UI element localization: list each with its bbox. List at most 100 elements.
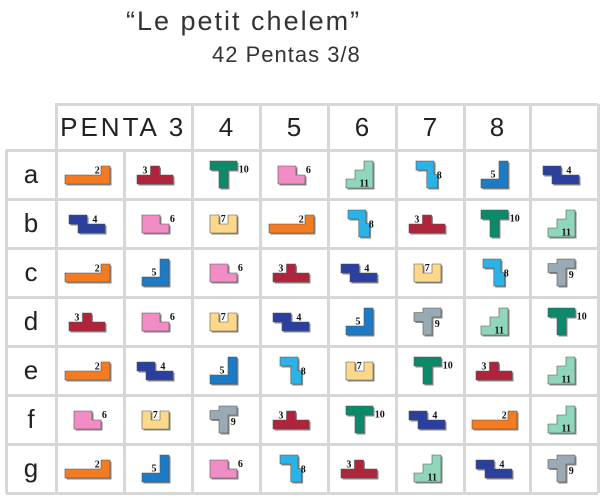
piece-number: 5 <box>490 170 495 181</box>
grid-line-vertical <box>190 104 194 493</box>
piece-shape <box>209 263 237 282</box>
piece-number: 10 <box>374 410 384 421</box>
pentomino-piece-c-1: 2 <box>64 263 111 283</box>
pentomino-piece-g-3: 6 <box>209 459 242 479</box>
pentomino-piece-e-5: 7 <box>345 361 374 381</box>
pentomino-cross-icon: 9 <box>209 405 238 435</box>
piece-number: 5 <box>151 268 156 279</box>
piece-shape <box>542 165 580 184</box>
pentomino-flag-icon: 6 <box>141 312 174 332</box>
pentomino-piece-a-8: 4 <box>542 165 581 185</box>
grid-line-horizontal <box>6 295 598 299</box>
pentomino-piece-e-7: 3 <box>475 361 514 381</box>
pentomino-piece-b-2: 6 <box>141 214 174 234</box>
piece-shape <box>141 214 169 233</box>
piece-number: 7 <box>424 263 429 274</box>
piece-number: 6 <box>169 312 174 323</box>
pentomino-corner-icon: 2 <box>471 410 518 430</box>
pentomino-L-icon: 5 <box>480 160 509 190</box>
pentomino-corner-icon: 2 <box>64 459 111 479</box>
pentomino-stairs-icon: 11 <box>413 454 442 484</box>
pentomino-cup-icon: 7 <box>209 312 238 332</box>
pentomino-piece-b-5: 8 <box>347 209 374 239</box>
row-label-e: e <box>23 355 39 385</box>
pentomino-sign-icon: 3 <box>136 165 175 185</box>
pentomino-piece-f-2: 7 <box>141 410 170 430</box>
piece-shape <box>64 361 110 380</box>
row-label-d: d <box>23 306 39 336</box>
piece-number: 3 <box>278 263 283 274</box>
row-label-b: b <box>23 208 39 238</box>
column-header-penta: PENTA <box>60 111 160 142</box>
piece-number: 7 <box>220 312 225 323</box>
pentomino-L-icon: 5 <box>345 307 374 337</box>
piece-shape <box>64 263 110 282</box>
piece-number: 7 <box>356 361 361 372</box>
pentomino-cross-icon: 9 <box>547 258 576 288</box>
piece-number: 10 <box>576 312 586 323</box>
pentomino-piece-c-2: 5 <box>141 258 170 288</box>
piece-number: 11 <box>494 326 503 337</box>
piece-number: 3 <box>346 459 351 470</box>
piece-number: 11 <box>561 424 570 435</box>
piece-shape <box>209 160 237 189</box>
piece-number: 6 <box>101 410 106 421</box>
pentomino-cup-icon: 7 <box>209 214 238 234</box>
piece-number: 9 <box>434 319 439 330</box>
piece-number: 4 <box>296 312 301 323</box>
piece-number: 2 <box>94 165 99 176</box>
piece-shape <box>73 410 101 429</box>
pentomino-piece-a-1: 2 <box>64 165 111 185</box>
pentomino-piece-d-7: 11 <box>480 307 509 337</box>
piece-number: 9 <box>568 270 573 281</box>
pentomino-flag-icon: 6 <box>141 214 174 234</box>
grid-line-vertical <box>596 104 600 493</box>
pentomino-piece-a-7: 5 <box>480 160 509 190</box>
row-label-g: g <box>23 453 39 483</box>
pentomino-stairs-icon: 11 <box>480 307 509 337</box>
piece-shape <box>68 214 106 233</box>
pentomino-stairs-icon: 11 <box>547 405 576 435</box>
piece-shape <box>277 165 305 184</box>
piece-number: 8 <box>437 171 442 182</box>
pentomino-piece-c-8: 9 <box>547 258 576 288</box>
pentomino-cup-icon: 7 <box>345 361 374 381</box>
piece-shape <box>64 459 110 478</box>
pentomino-piece-e-4: 8 <box>279 356 306 386</box>
grid-line-horizontal <box>6 246 598 250</box>
piece-number: 6 <box>237 263 242 274</box>
piece-number: 6 <box>169 214 174 225</box>
pentomino-piece-a-3: 10 <box>209 160 248 190</box>
grid-line-vertical <box>326 104 330 493</box>
piece-shape <box>136 361 174 380</box>
pentomino-Z-icon: 4 <box>272 312 311 332</box>
pentomino-T-icon: 10 <box>209 160 248 190</box>
row-label-a: a <box>23 159 39 189</box>
pentomino-piece-b-7: 10 <box>480 209 519 239</box>
row-label-c: c <box>24 257 38 287</box>
pentomino-cup-icon: 7 <box>413 263 442 283</box>
pentomino-piece-a-4: 6 <box>277 165 310 185</box>
pentomino-piece-e-6: 10 <box>413 356 452 386</box>
pentomino-flag-icon: 6 <box>209 459 242 479</box>
piece-number: 4 <box>92 214 97 225</box>
piece-number: 10 <box>509 214 519 225</box>
pentomino-piece-d-8: 10 <box>547 307 586 337</box>
pentomino-piece-c-6: 7 <box>413 263 442 283</box>
piece-number: 3 <box>74 312 79 323</box>
column-header-8: 8 <box>489 111 505 142</box>
grid-line-horizontal <box>6 491 598 495</box>
page-title: “Le petit chelem” <box>126 6 362 36</box>
piece-shape <box>413 356 441 385</box>
pentomino-corner-icon: 2 <box>64 361 111 381</box>
piece-number: 11 <box>427 473 436 484</box>
pentomino-piece-f-8: 11 <box>547 405 576 435</box>
pentomino-piece-f-7: 2 <box>471 410 518 430</box>
pentomino-sign-icon: 3 <box>272 410 311 430</box>
pentomino-hook-icon: 8 <box>482 258 509 288</box>
piece-number: 7 <box>152 410 157 421</box>
pentomino-L-icon: 5 <box>141 258 170 288</box>
pentomino-piece-b-1: 4 <box>68 214 107 234</box>
pentomino-piece-f-6: 4 <box>408 410 447 430</box>
pentomino-corner-icon: 2 <box>64 165 111 185</box>
